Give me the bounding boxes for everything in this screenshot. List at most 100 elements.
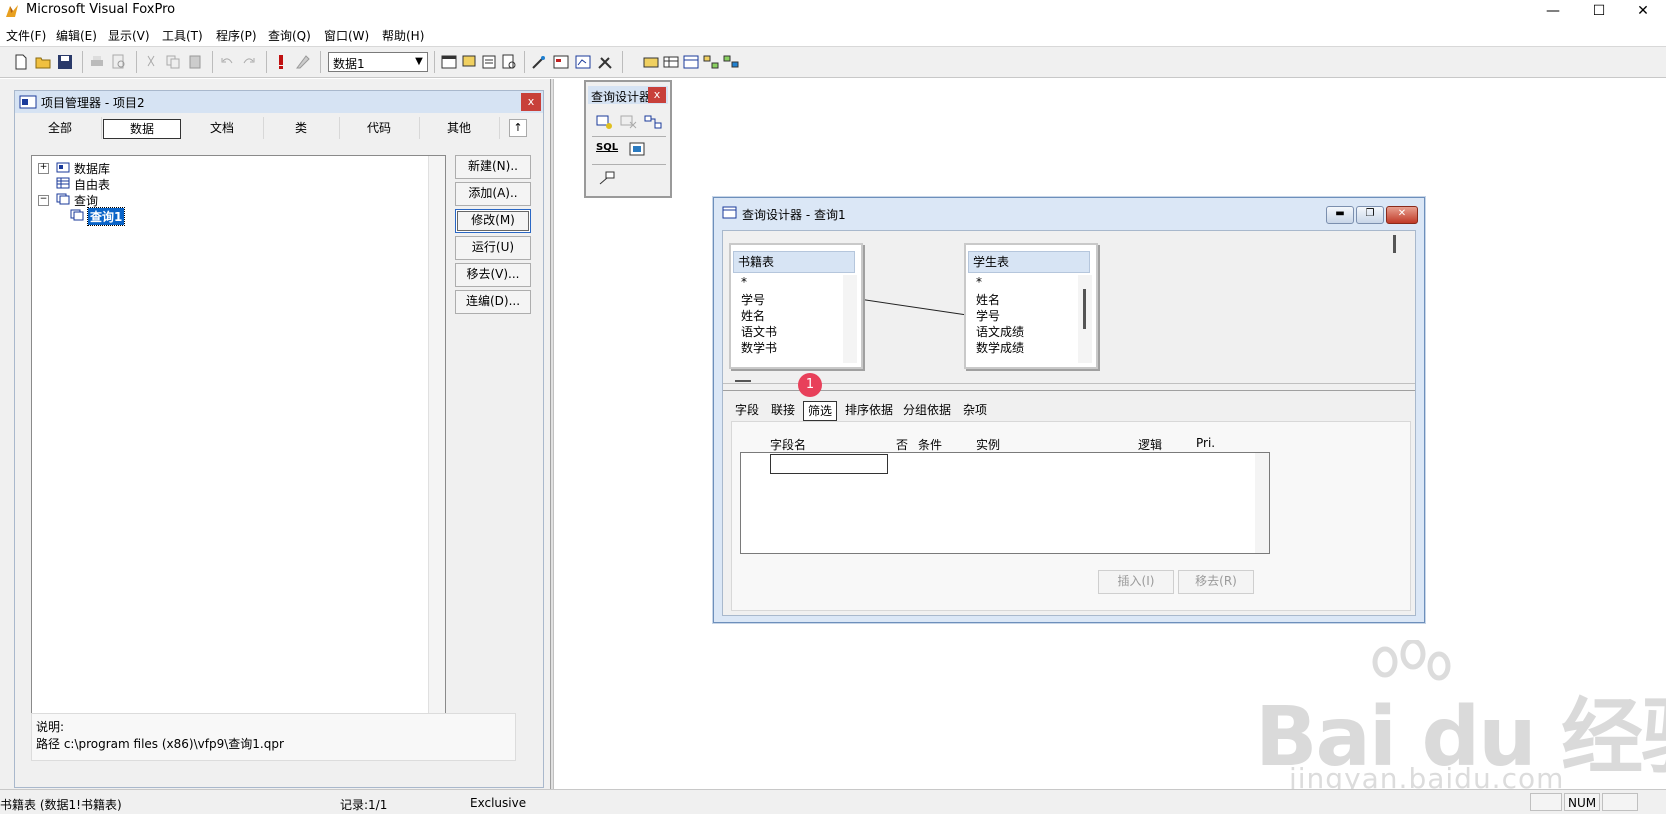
properties-icon[interactable] [480, 53, 498, 71]
field-item[interactable]: 数学书 [741, 339, 777, 356]
code-window-icon[interactable] [500, 53, 518, 71]
menu-tools[interactable]: 工具(T) [162, 27, 203, 44]
pane-splitter[interactable] [723, 380, 1415, 391]
join-line[interactable] [853, 291, 973, 321]
run-exclamation-icon[interactable] [272, 53, 290, 71]
redo-icon[interactable] [240, 53, 258, 71]
tree-scrollbar[interactable] [428, 156, 445, 714]
table-scrollbar[interactable] [1078, 275, 1092, 363]
tab-order-by[interactable]: 排序依据 [841, 399, 897, 421]
collapse-minus-icon[interactable]: − [38, 195, 49, 206]
remove-row-button[interactable]: 移去(R) [1178, 570, 1254, 594]
table-students-header[interactable]: 学生表 [968, 251, 1090, 273]
maximize-pane-icon[interactable] [628, 141, 646, 157]
menu-program[interactable]: 程序(P) [216, 27, 257, 44]
query-toolbar-close-button[interactable]: x [648, 87, 666, 103]
data-session-icon[interactable] [460, 53, 478, 71]
minimize-button[interactable]: — [1530, 0, 1576, 22]
remove-table-icon[interactable] [620, 114, 638, 130]
project-manager-close-button[interactable]: x [521, 93, 541, 111]
query-destination-icon[interactable] [598, 170, 616, 186]
table-books-header[interactable]: 书籍表 [733, 251, 855, 273]
new-button[interactable]: 新建(N).. [455, 155, 531, 179]
menu-window[interactable]: 窗口(W) [324, 27, 369, 44]
field-name-cell[interactable] [770, 454, 888, 474]
tab-data[interactable]: 数据 [103, 119, 181, 139]
field-item[interactable]: 姓名 [741, 307, 765, 324]
relations-icon[interactable] [702, 53, 720, 71]
insert-button[interactable]: 插入(I) [1098, 570, 1174, 594]
browse-icon[interactable] [682, 53, 700, 71]
restore-button[interactable]: ❐ [1356, 206, 1384, 224]
print-preview-icon[interactable] [110, 53, 128, 71]
minimize-button[interactable]: ▬ [1326, 206, 1354, 224]
chevron-down-icon[interactable]: ▼ [411, 53, 427, 71]
report-designer-icon[interactable] [574, 53, 592, 71]
save-icon[interactable] [56, 53, 74, 71]
tab-classes[interactable]: 类 [263, 117, 340, 139]
tab-filter[interactable]: 筛选 [803, 401, 838, 421]
query-designer-title-bar[interactable]: 查询设计器 - 查询1 ▬ ❐ ✕ [714, 198, 1424, 226]
tab-all[interactable]: 全部 [19, 117, 102, 139]
open-folder-icon[interactable] [34, 53, 52, 71]
tab-other[interactable]: 其他 [419, 117, 500, 139]
tab-misc[interactable]: 杂项 [959, 399, 991, 421]
close-button[interactable]: ✕ [1620, 0, 1666, 22]
remove-button[interactable]: 移去(V)... [455, 263, 531, 287]
table-books[interactable]: 书籍表 * 学号 姓名 语文书 数学书 [729, 243, 863, 369]
menu-help[interactable]: 帮助(H) [382, 27, 424, 44]
menu-query[interactable]: 查询(Q) [268, 27, 311, 44]
add-button[interactable]: 添加(A).. [455, 182, 531, 206]
expand-plus-icon[interactable]: + [38, 163, 49, 174]
project-tree[interactable]: + 数据库 自由表 − 查询 查询1 [31, 155, 446, 715]
command-window-icon[interactable] [440, 53, 458, 71]
modify-button[interactable]: 修改(M) [455, 209, 531, 233]
join-icon[interactable] [722, 53, 740, 71]
tools-icon[interactable] [596, 53, 614, 71]
table-scrollbar[interactable] [843, 275, 857, 363]
field-item[interactable]: 学号 [976, 307, 1000, 324]
field-item[interactable]: * [741, 275, 747, 289]
project-manager-title-bar[interactable]: 项目管理器 - 项目2 x [15, 91, 543, 113]
build-button[interactable]: 连编(D)... [455, 290, 531, 314]
tab-code[interactable]: 代码 [339, 117, 420, 139]
wizard-icon[interactable] [530, 53, 548, 71]
database-combo[interactable]: 数据1 ▼ [328, 52, 428, 72]
tab-fields[interactable]: 字段 [731, 399, 763, 421]
table-diagram-pane[interactable]: 书籍表 * 学号 姓名 语文书 数学书 学生表 * 姓名 学号 语文成绩 数学成… [723, 231, 1415, 383]
menu-edit[interactable]: 编辑(E) [56, 27, 97, 44]
add-table-icon[interactable] [596, 114, 614, 130]
tab-join[interactable]: 联接 [767, 399, 799, 421]
field-item[interactable]: 学号 [741, 291, 765, 308]
print-icon[interactable] [88, 53, 106, 71]
add-join-icon[interactable] [644, 114, 662, 130]
show-sql-button[interactable]: SQL [596, 142, 618, 153]
menu-view[interactable]: 显示(V) [108, 27, 150, 44]
filter-grid[interactable] [740, 452, 1270, 554]
run-button[interactable]: 运行(U) [455, 236, 531, 260]
tab-documents[interactable]: 文档 [181, 117, 264, 139]
field-item[interactable]: * [976, 275, 982, 289]
field-item[interactable]: 数学成绩 [976, 339, 1024, 356]
field-item[interactable]: 语文成绩 [976, 323, 1024, 340]
form-designer-icon[interactable] [552, 53, 570, 71]
tab-group-by[interactable]: 分组依据 [899, 399, 955, 421]
field-item[interactable]: 姓名 [976, 291, 1000, 308]
collapse-arrow-button[interactable]: ↑ [509, 119, 527, 137]
cut-icon[interactable] [142, 53, 160, 71]
grid-scrollbar[interactable] [1255, 453, 1269, 553]
modify-icon[interactable] [294, 53, 312, 71]
field-item[interactable]: 语文书 [741, 323, 777, 340]
maximize-button[interactable]: ☐ [1576, 0, 1622, 22]
new-file-icon[interactable] [12, 53, 30, 71]
table-students[interactable]: 学生表 * 姓名 学号 语文成绩 数学成绩 [964, 243, 1098, 369]
add-table-icon[interactable] [642, 53, 660, 71]
diagram-scrollbar-thumb[interactable] [1393, 235, 1396, 253]
menu-file[interactable]: 文件(F) [6, 27, 46, 44]
copy-icon[interactable] [164, 53, 182, 71]
table-icon[interactable] [662, 53, 680, 71]
close-button[interactable]: ✕ [1386, 206, 1418, 224]
undo-icon[interactable] [218, 53, 236, 71]
vertical-splitter[interactable] [550, 79, 554, 789]
paste-icon[interactable] [186, 53, 204, 71]
